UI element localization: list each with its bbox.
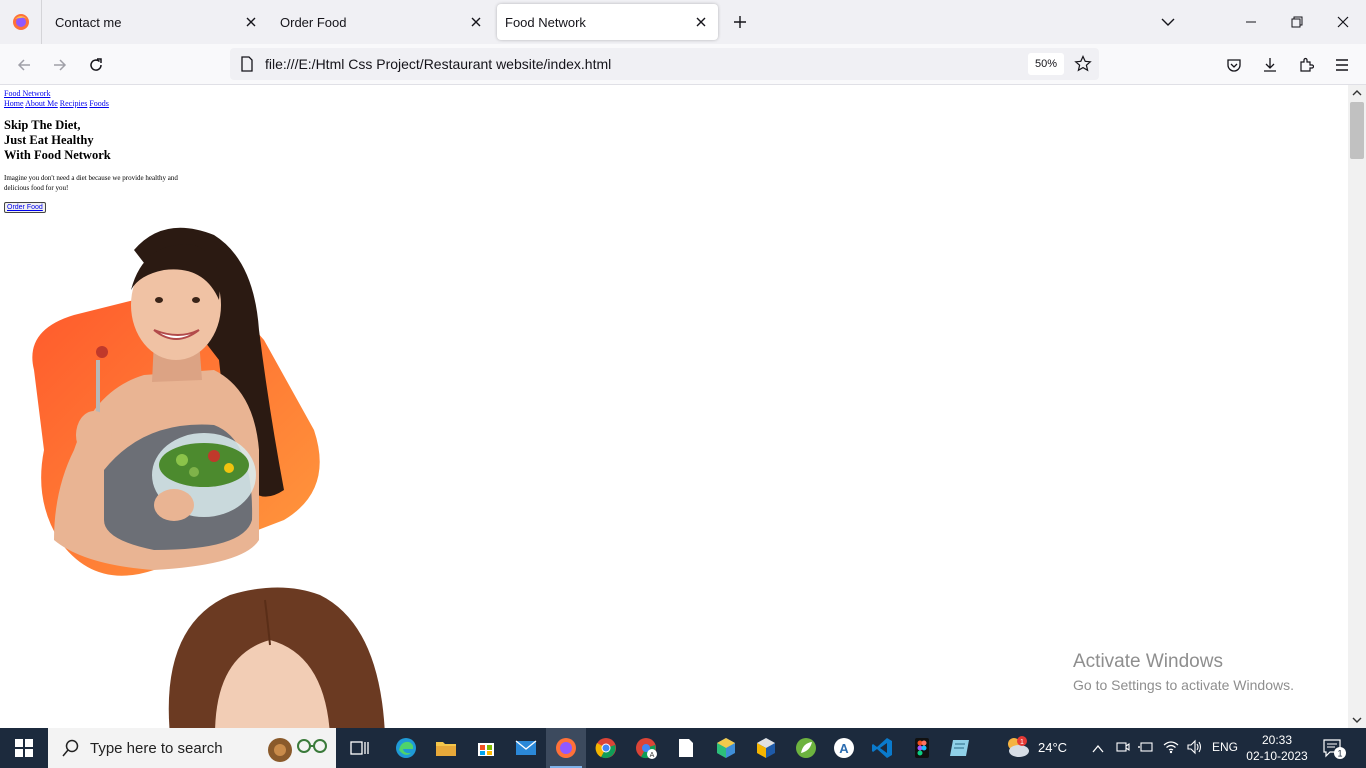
taskbar-search-box[interactable]: Type here to search (48, 728, 336, 768)
windows-taskbar: Type here to search A A 1 24°C ENG 20:33… (0, 728, 1366, 768)
activate-windows-watermark: Activate Windows Go to Settings to activ… (1073, 651, 1294, 695)
watermark-subtitle: Go to Settings to activate Windows. (1073, 677, 1294, 693)
close-tab-icon[interactable] (692, 13, 710, 31)
scroll-up-arrow-icon[interactable] (1348, 85, 1366, 101)
close-tab-icon[interactable] (467, 13, 485, 31)
notes-app-icon[interactable] (940, 728, 980, 768)
close-window-button[interactable] (1320, 0, 1366, 44)
second-image (168, 587, 385, 728)
app-menu-icon[interactable] (1330, 53, 1354, 77)
spring-tools-icon[interactable] (786, 728, 826, 768)
notification-center-icon[interactable]: 1 (1322, 738, 1346, 765)
tab-contact-me[interactable]: Contact me (43, 4, 268, 40)
clock-time: 20:33 (1261, 733, 1293, 747)
windows-logo-icon (15, 739, 33, 757)
meet-now-icon[interactable] (1116, 740, 1130, 759)
svg-text:A: A (650, 752, 655, 759)
reload-button[interactable] (84, 53, 108, 77)
vertical-scrollbar[interactable] (1348, 85, 1366, 728)
new-tab-button[interactable] (729, 11, 751, 33)
task-view-icon[interactable] (340, 728, 380, 768)
search-icon (62, 739, 79, 757)
hero-description: Imagine you don't need a diet because we… (4, 174, 178, 192)
site-logo-link[interactable]: Food Network (4, 89, 50, 98)
weather-temperature[interactable]: 24°C (1038, 740, 1067, 755)
hero-title-line: Just Eat Healthy (4, 133, 94, 147)
downloads-icon[interactable] (1258, 53, 1282, 77)
mail-icon[interactable] (506, 728, 546, 768)
hero-title-line: With Food Network (4, 148, 111, 162)
notepad-file-icon[interactable] (666, 728, 706, 768)
list-all-tabs-button[interactable] (1157, 11, 1179, 33)
firefox-taskbar-icon[interactable] (546, 728, 586, 768)
nav-link-home[interactable]: Home (4, 99, 24, 108)
nav-link-foods[interactable]: Foods (89, 99, 109, 108)
url-text[interactable]: file:///E:/Html Css Project/Restaurant w… (265, 56, 611, 72)
nav-link-about[interactable]: About Me (25, 99, 58, 108)
vscode-icon[interactable] (862, 728, 902, 768)
tab-food-network[interactable]: Food Network (497, 4, 718, 40)
site-nav: Home About Me Recipies Foods (4, 99, 109, 108)
app-a-icon[interactable]: A (824, 728, 864, 768)
restore-button[interactable] (1274, 0, 1320, 44)
url-bar[interactable]: file:///E:/Html Css Project/Restaurant w… (230, 48, 1099, 80)
extensions-icon[interactable] (1294, 53, 1318, 77)
hero-title: Skip The Diet, Just Eat Healthy With Foo… (4, 118, 111, 163)
search-highlight-image (268, 738, 327, 762)
back-button[interactable] (12, 53, 36, 77)
3d-app-icon[interactable] (706, 728, 746, 768)
scrollbar-thumb[interactable] (1350, 102, 1364, 159)
tab-order-food[interactable]: Order Food (268, 4, 493, 40)
zoom-reset-button[interactable]: 50% (1028, 53, 1064, 75)
virtualbox-icon[interactable] (746, 728, 786, 768)
chrome-profile-icon[interactable]: A (626, 728, 666, 768)
start-button[interactable] (0, 728, 48, 768)
microsoft-store-icon[interactable] (466, 728, 506, 768)
wifi-icon[interactable] (1163, 739, 1179, 760)
watermark-title: Activate Windows (1073, 651, 1223, 672)
tab-strip: Contact me Order Food Food Network (0, 0, 1366, 44)
weather-badge-count: 1 (1020, 739, 1024, 746)
show-hidden-icons-icon[interactable] (1092, 741, 1104, 759)
tab-title: Food Network (505, 14, 586, 30)
clock[interactable]: 20:33 02-10-2023 (1242, 732, 1312, 764)
page-icon (240, 56, 254, 77)
minimize-button[interactable] (1228, 0, 1274, 44)
firefox-menu-icon[interactable] (0, 0, 42, 44)
battery-icon[interactable] (1138, 740, 1154, 759)
navigation-toolbar: file:///E:/Html Css Project/Restaurant w… (0, 44, 1366, 85)
nav-link-recipies[interactable]: Recipies (60, 99, 88, 108)
file-explorer-icon[interactable] (426, 728, 466, 768)
forward-button[interactable] (48, 53, 72, 77)
figma-icon[interactable] (902, 728, 942, 768)
tab-title: Order Food (280, 14, 347, 30)
close-tab-icon[interactable] (242, 13, 260, 31)
edge-icon[interactable] (386, 728, 426, 768)
chrome-icon[interactable] (586, 728, 626, 768)
scroll-down-arrow-icon[interactable] (1348, 712, 1366, 728)
volume-icon[interactable] (1186, 739, 1204, 760)
tab-title: Contact me (55, 14, 122, 30)
clock-date: 02-10-2023 (1246, 749, 1308, 763)
search-placeholder: Type here to search (90, 739, 223, 757)
order-food-button[interactable]: Order Food (4, 202, 46, 213)
notification-count: 1 (1337, 749, 1342, 759)
pocket-icon[interactable] (1222, 53, 1246, 77)
bookmark-star-icon[interactable] (1074, 55, 1092, 78)
language-indicator[interactable]: ENG (1212, 740, 1238, 754)
hero-image (32, 227, 320, 576)
hero-title-line: Skip The Diet, (4, 118, 81, 132)
page-viewport: Food Network Home About Me Recipies Food… (0, 85, 1348, 728)
weather-icon[interactable]: 1 (1004, 734, 1032, 765)
svg-text:A: A (839, 741, 849, 756)
